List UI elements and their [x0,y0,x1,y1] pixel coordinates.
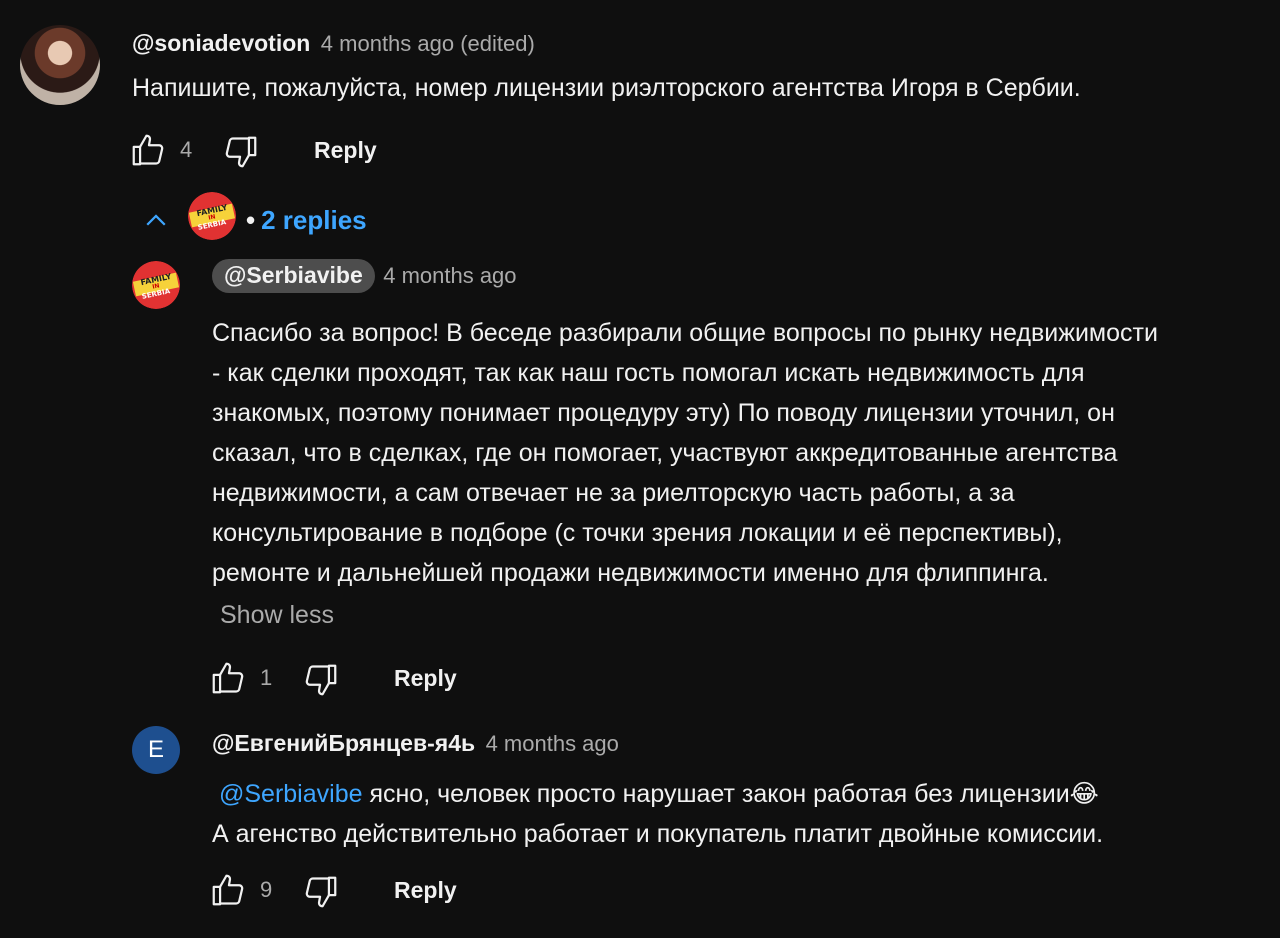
show-less-button[interactable]: Show less [220,601,334,630]
reply-text-line: знакомых, поэтому понимает процедуру эту… [212,399,1115,427]
thumb-down-icon[interactable] [302,661,340,699]
comment-text: Напишите, пожалуйста, номер лицензии риэ… [132,74,1081,102]
reply-header: @Serbiavibe 4 months ago [212,259,517,293]
reply-text: @Serbiavibe ясно, человек просто нарушае… [212,774,1103,854]
reply-button[interactable]: Reply [394,877,457,904]
reply-button[interactable]: Reply [314,137,377,164]
author-name[interactable]: @ЕвгенийБрянцев-я4ь [212,730,475,756]
bullet: • [246,205,256,235]
thumb-down-icon[interactable] [302,873,340,911]
thumb-up-icon[interactable] [209,871,247,909]
channel-avatar-small[interactable]: FAMILY IN SERBIA [188,192,236,240]
author-name-chip[interactable]: @Serbiavibe [212,259,375,293]
mention-link[interactable]: @Serbiavibe [219,780,363,808]
avatar-initial: E [147,736,164,763]
author-name[interactable]: @soniadevotion [132,30,310,56]
reply-button[interactable]: Reply [394,665,457,692]
thumb-up-icon[interactable] [129,131,167,169]
reply-text-line: консультирование в подборе (с точки зрен… [212,519,1063,547]
channel-avatar[interactable]: FAMILY IN SERBIA [132,261,180,309]
replies-count-label[interactable]: 2 replies [261,205,367,235]
reply-text-line: @Serbiavibe ясно, человек просто нарушае… [212,774,1103,814]
reply-text: Спасибо за вопрос! В беседе разбирали об… [212,313,1158,593]
avatar-letter[interactable]: E [132,726,180,774]
reply-text-line: ремонте и дальнейшей продажи недвижимост… [212,559,1049,587]
reply-text-segment: ясно, человек просто нарушает закон рабо… [362,780,1070,808]
reply-text-line: Спасибо за вопрос! В беседе разбирали об… [212,319,1158,347]
reply-text-line: сказал, что в сделках, где он помогает, … [212,439,1118,467]
reply-header: @ЕвгенийБрянцев-я4ь 4 months ago [212,730,619,757]
reply-text-line: - как сделки проходят, так как наш гость… [212,359,1085,387]
comment-timestamp[interactable]: 4 months ago (edited) [321,31,535,56]
comment-header: @soniadevotion 4 months ago (edited) [132,30,535,57]
laughing-emoji-icon: 😂 [1069,780,1099,808]
like-count: 1 [260,665,273,690]
thumb-up-icon[interactable] [209,659,247,697]
like-count: 9 [260,877,273,902]
replies-toggle[interactable]: • 2 replies [246,205,367,236]
reply-timestamp[interactable]: 4 months ago [383,263,516,288]
thumb-down-icon[interactable] [222,133,260,171]
reply-text-line: А агенство действительно работает и поку… [212,820,1104,848]
like-count: 4 [180,137,193,162]
reply-timestamp[interactable]: 4 months ago [486,731,619,756]
chevron-up-icon[interactable] [141,206,171,236]
reply-text-line: недвижимости, а сам отвечает не за риелт… [212,479,1015,507]
avatar-soniadevotion[interactable] [20,25,100,105]
